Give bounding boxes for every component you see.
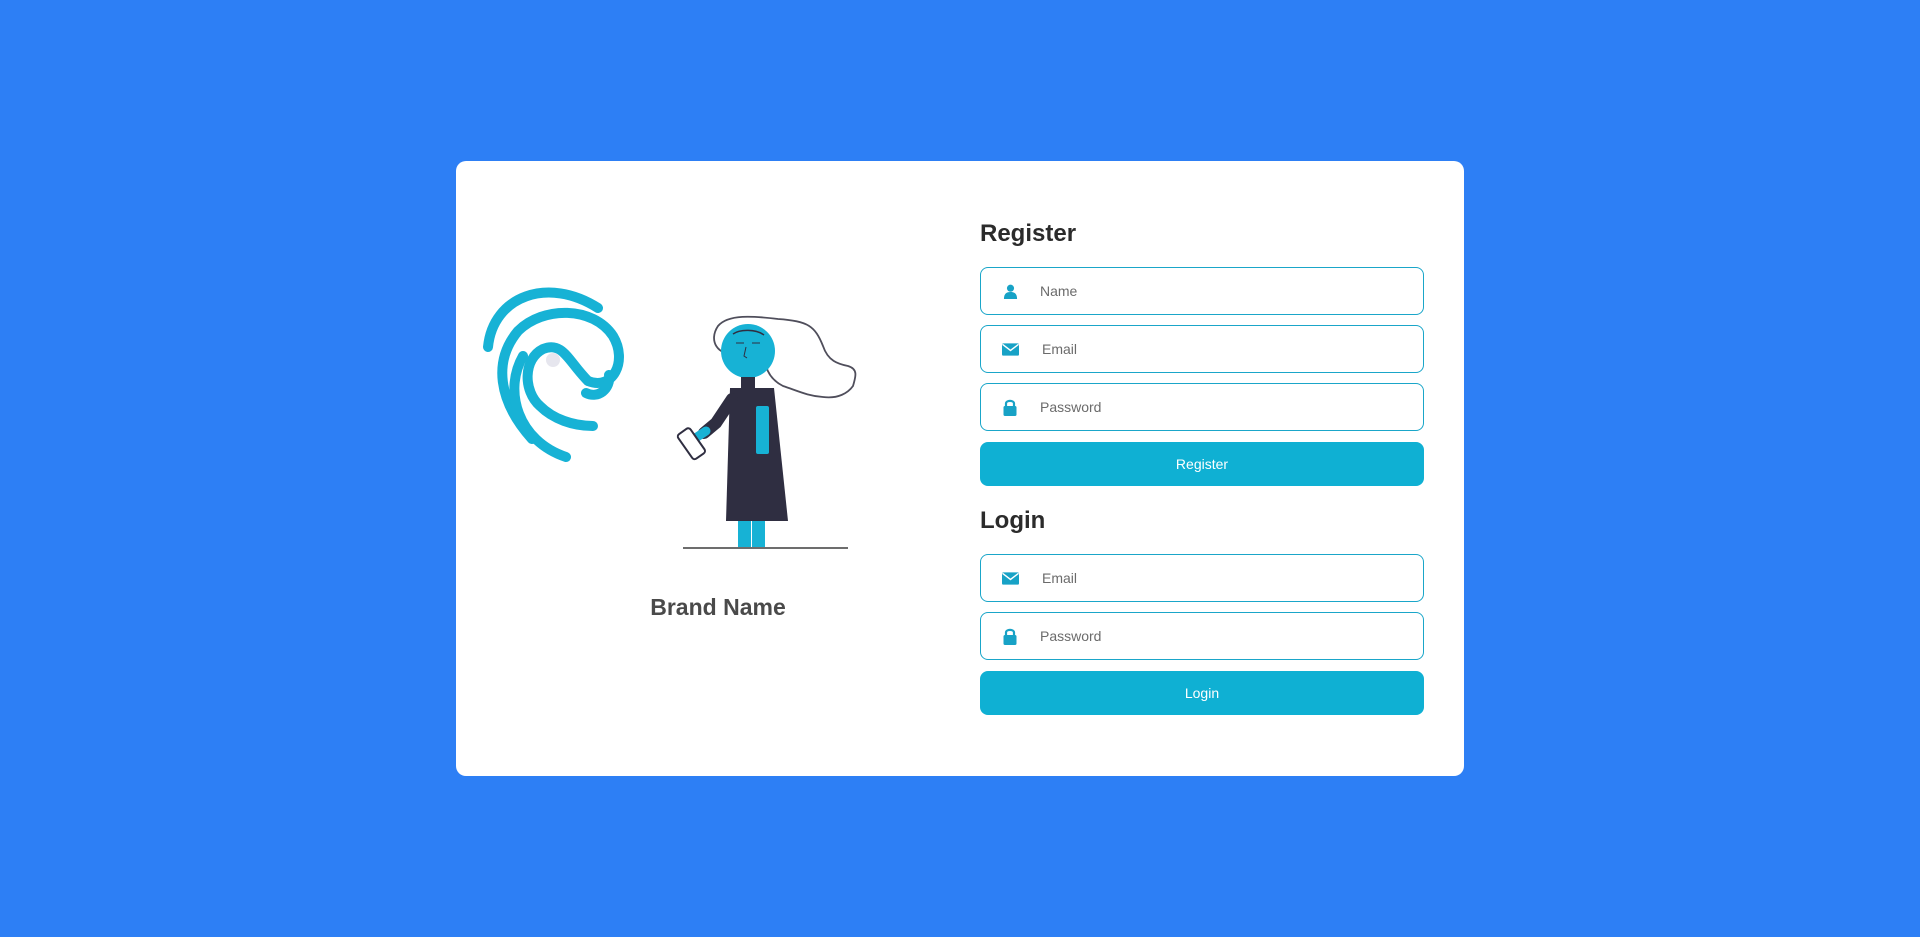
woman-with-phone [676, 315, 857, 549]
register-email-input[interactable] [1042, 326, 1423, 372]
register-name-input[interactable] [1040, 268, 1423, 314]
register-button[interactable]: Register [980, 442, 1424, 486]
brand-name: Brand Name [650, 594, 786, 620]
login-password-field[interactable] [980, 612, 1424, 660]
login-email-field[interactable] [980, 554, 1424, 602]
lock-icon [981, 613, 1039, 659]
login-email-input[interactable] [1042, 555, 1423, 601]
envelope-icon [981, 326, 1039, 372]
user-icon [981, 268, 1039, 314]
login-password-input[interactable] [1040, 613, 1423, 659]
auth-card: Brand Name Register Name Email Register … [456, 161, 1464, 776]
login-title: Login [980, 507, 1046, 534]
login-button[interactable]: Login [980, 671, 1424, 715]
forms-panel: Register Name Email Register Login Email… [980, 161, 1424, 776]
brand-illustration [483, 287, 857, 549]
register-email-field[interactable] [980, 325, 1424, 373]
register-password-field[interactable] [980, 383, 1424, 431]
register-password-input[interactable] [1040, 384, 1423, 430]
fingerprint-dot [546, 353, 560, 367]
register-name-field[interactable] [980, 267, 1424, 315]
register-title: Register [980, 220, 1077, 247]
fingerprint-logo [483, 287, 624, 462]
branding-panel: Brand Name [456, 161, 976, 776]
lock-icon [981, 384, 1039, 430]
envelope-icon [981, 555, 1039, 601]
